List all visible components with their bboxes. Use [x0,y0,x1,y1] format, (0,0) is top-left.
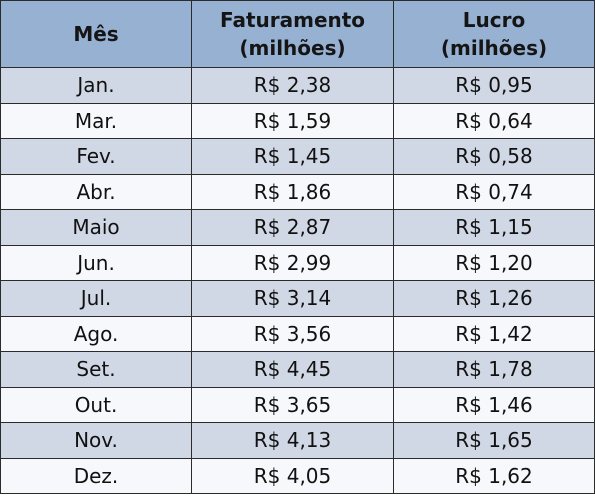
cell-profit: R$ 0,95 [393,67,595,104]
table-row: Dez. R$ 4,05 R$ 1,62 [0,457,595,494]
header-row: Mês Faturamento (milhões) Lucro (milhões… [0,0,595,68]
cell-month: Ago. [0,315,192,352]
cell-revenue: R$ 3,56 [191,315,394,352]
table-sheet: Mês Faturamento (milhões) Lucro (milhões… [0,0,595,501]
header-revenue-unit: (milhões) [239,36,346,60]
cell-profit: R$ 1,20 [393,244,595,281]
cell-profit: R$ 1,15 [393,209,595,246]
table-row: Jan. R$ 2,38 R$ 0,95 [0,67,595,104]
cell-profit: R$ 1,46 [393,386,595,423]
cell-month: Maio [0,209,192,246]
cell-profit: R$ 0,74 [393,173,595,210]
cell-revenue: R$ 3,14 [191,280,394,317]
header-month: Mês [0,0,192,68]
cell-profit: R$ 0,58 [393,138,595,175]
table-body: Jan. R$ 2,38 R$ 0,95 Mar. R$ 1,59 R$ 0,64 Fev.… [0,67,595,494]
cell-month: Out. [0,386,192,423]
cell-revenue: R$ 2,38 [191,67,394,104]
header-profit-unit: (milhões) [440,36,548,60]
cell-month: Mar. [0,102,192,139]
monthly-revenue-profit-table: Mês Faturamento (milhões) Lucro (milhões… [0,0,595,494]
table-header: Mês Faturamento (milhões) Lucro (milhões… [0,0,595,68]
table-row: Mar. R$ 1,59 R$ 0,64 [0,102,595,139]
header-profit-label: Lucro [462,8,526,32]
cell-revenue: R$ 4,13 [191,422,394,459]
cell-profit: R$ 1,42 [393,315,595,352]
cell-month: Jan. [0,67,192,104]
cell-revenue: R$ 4,45 [191,351,394,388]
table-row: Nov. R$ 4,13 R$ 1,65 [0,422,595,459]
header-month-label: Mês [73,22,119,46]
cell-revenue: R$ 4,05 [191,457,394,494]
table-row: Out. R$ 3,65 R$ 1,46 [0,386,595,423]
cell-month: Abr. [0,173,192,210]
cell-revenue: R$ 1,86 [191,173,394,210]
table-row: Set. R$ 4,45 R$ 1,78 [0,351,595,388]
cell-profit: R$ 1,62 [393,457,595,494]
cell-month: Jul. [0,280,192,317]
cell-profit: R$ 1,65 [393,422,595,459]
cell-revenue: R$ 2,99 [191,244,394,281]
table-row: Ago. R$ 3,56 R$ 1,42 [0,315,595,352]
table-row: Fev. R$ 1,45 R$ 0,58 [0,138,595,175]
table-row: Jul. R$ 3,14 R$ 1,26 [0,280,595,317]
cell-month: Jun. [0,244,192,281]
cell-revenue: R$ 2,87 [191,209,394,246]
table-row: Abr. R$ 1,86 R$ 0,74 [0,173,595,210]
header-revenue: Faturamento (milhões) [191,0,394,68]
cell-revenue: R$ 3,65 [191,386,394,423]
cell-month: Set. [0,351,192,388]
cell-month: Nov. [0,422,192,459]
cell-month: Fev. [0,138,192,175]
cell-revenue: R$ 1,59 [191,102,394,139]
cell-revenue: R$ 1,45 [191,138,394,175]
cell-profit: R$ 0,64 [393,102,595,139]
cell-profit: R$ 1,78 [393,351,595,388]
table-row: Jun. R$ 2,99 R$ 1,20 [0,244,595,281]
cell-profit: R$ 1,26 [393,280,595,317]
table-row: Maio R$ 2,87 R$ 1,15 [0,209,595,246]
header-revenue-label: Faturamento [219,8,366,32]
cell-month: Dez. [0,457,192,494]
header-profit: Lucro (milhões) [393,0,595,68]
